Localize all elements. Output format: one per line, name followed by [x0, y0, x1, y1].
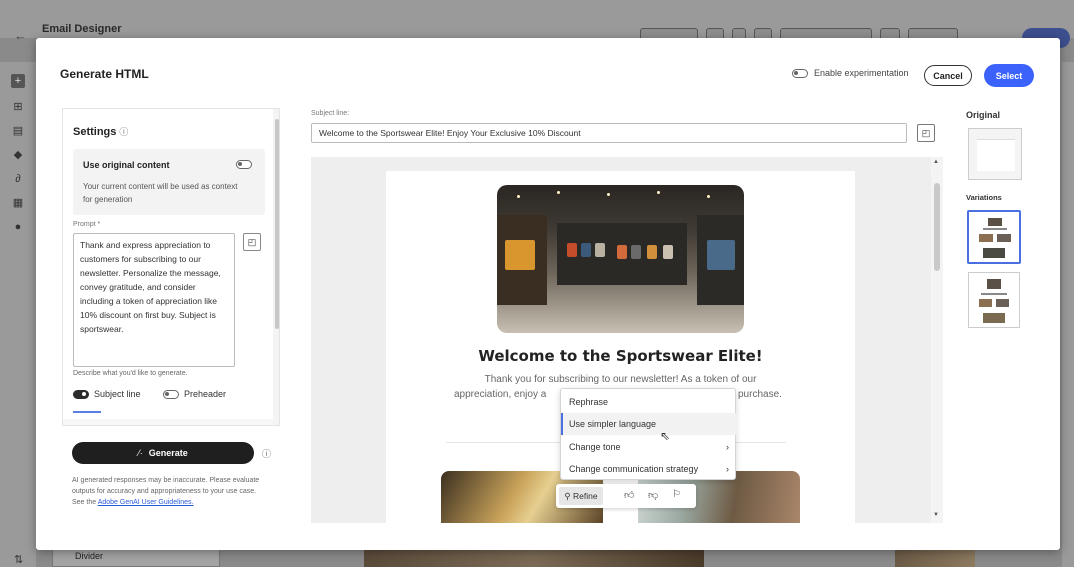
variation-thumbnail-2[interactable]	[968, 272, 1020, 328]
grid-icon[interactable]: ⊞	[11, 100, 25, 114]
fragments-icon[interactable]: ▦	[11, 196, 25, 210]
subject-line-label: Subject line:	[311, 110, 350, 117]
prompt-textarea[interactable]: Thank and express appreciation to custom…	[73, 233, 235, 367]
settings-title: Settings ⓘ	[73, 126, 129, 138]
menu-item-change-tone[interactable]: Change tone ›	[561, 436, 737, 458]
enable-experimentation[interactable]: Enable experimentation	[792, 68, 909, 78]
experimentation-toggle[interactable]	[792, 68, 808, 78]
link-icon[interactable]: ∂	[11, 172, 25, 186]
original-label: Original	[966, 110, 1001, 120]
prompt-help-text: Describe what you'd like to generate.	[73, 370, 188, 377]
refine-toolbar: ⚲ Refine 👍︎ 👎︎ ⚐	[556, 484, 696, 508]
prompt-library-icon[interactable]: ◰	[243, 233, 261, 251]
add-icon[interactable]: +	[11, 74, 25, 88]
generate-button[interactable]: ⁄· Generate	[72, 442, 254, 464]
hero-image	[497, 185, 744, 333]
flag-icon[interactable]: ⚐	[672, 489, 681, 500]
refine-menu: Rephrase Use simpler language Change ton…	[560, 388, 737, 480]
info-icon[interactable]: ⓘ	[262, 447, 271, 460]
background-image	[895, 548, 975, 567]
refine-icon: ⚲	[564, 490, 573, 501]
variations-label: Variations	[966, 193, 1002, 202]
select-button[interactable]: Select	[984, 64, 1034, 87]
scroll-up-icon[interactable]: ▲	[933, 159, 939, 165]
right-panel-strip	[1062, 62, 1074, 567]
use-original-title: Use original content	[83, 160, 170, 170]
original-thumbnail[interactable]	[968, 128, 1022, 180]
assets-icon[interactable]: ▤	[11, 124, 25, 138]
info-icon[interactable]: ⓘ	[119, 127, 128, 137]
chevron-right-icon: ›	[726, 464, 729, 474]
use-original-description: Your current content will be used as con…	[83, 182, 238, 204]
prompt-label: Prompt *	[73, 221, 101, 228]
guidelines-link[interactable]: Adobe GenAI User Guidelines.	[98, 499, 194, 506]
preheader-option[interactable]: Preheader	[163, 389, 226, 399]
menu-item-change-communication-strategy[interactable]: Change communication strategy ›	[561, 458, 737, 480]
tree-icon[interactable]: ⇅	[14, 553, 23, 566]
email-body-text: appreciation, enjoy a	[454, 389, 547, 400]
layers-icon[interactable]: ◆	[11, 148, 25, 162]
background-image	[364, 548, 704, 567]
info-icon[interactable]: ●	[11, 220, 25, 234]
dialog-title: Generate HTML	[60, 67, 149, 81]
use-original-toggle[interactable]	[236, 160, 252, 169]
generate-label: Generate	[148, 448, 188, 458]
ai-disclaimer: AI generated responses may be inaccurate…	[72, 477, 260, 506]
cancel-button[interactable]: Cancel	[924, 65, 972, 86]
preheader-toggle[interactable]	[163, 389, 179, 399]
email-body-text: Thank you for subscribing to our newslet…	[484, 374, 757, 385]
preheader-toggle-label: Preheader	[184, 389, 227, 399]
horizontal-scrollbar[interactable]	[63, 419, 273, 425]
menu-item-rephrase[interactable]: Rephrase	[561, 391, 737, 413]
magic-wand-icon: ⁄·	[138, 448, 143, 458]
email-body-text: purchase.	[738, 389, 782, 400]
subject-line-toggle[interactable]	[73, 389, 89, 399]
experimentation-label: Enable experimentation	[814, 68, 909, 78]
use-original-content-box: Use original content Your current conten…	[73, 149, 265, 215]
left-rail: + ⊞ ▤ ◆ ∂ ▦ ●	[0, 62, 36, 567]
scrollbar-thumb[interactable]	[934, 183, 940, 271]
scrollbar-thumb[interactable]	[275, 119, 279, 329]
back-arrow-icon[interactable]: ←	[14, 28, 27, 43]
variation-thumbnail-1[interactable]	[967, 210, 1021, 264]
subject-line-option[interactable]: Subject line	[73, 389, 141, 399]
thumbs-up-icon[interactable]: 👍︎	[624, 489, 634, 501]
email-heading: Welcome to the Sportswear Elite!	[478, 347, 763, 365]
subject-line-field[interactable]: Welcome to the Sportswear Elite! Enjoy Y…	[311, 123, 907, 143]
generate-html-dialog: Generate HTML Enable experimentation Can…	[36, 38, 1060, 550]
tab-indicator	[73, 411, 101, 413]
refine-button[interactable]: ⚲ Refine	[559, 487, 603, 505]
thumbs-down-icon[interactable]: 👎︎	[648, 489, 658, 501]
subject-line-toggle-label: Subject line	[94, 389, 141, 399]
mouse-cursor-icon: ⇖	[660, 429, 671, 443]
app-title: Email Designer	[42, 23, 122, 35]
settings-panel: Settings ⓘ Use original content Your curr…	[62, 108, 280, 426]
chevron-right-icon: ›	[726, 442, 729, 452]
copy-icon[interactable]: ◰	[917, 124, 935, 142]
divider-label: Divider	[75, 551, 104, 561]
scroll-down-icon[interactable]: ▼	[933, 512, 939, 518]
menu-item-use-simpler-language[interactable]: Use simpler language	[561, 413, 737, 435]
